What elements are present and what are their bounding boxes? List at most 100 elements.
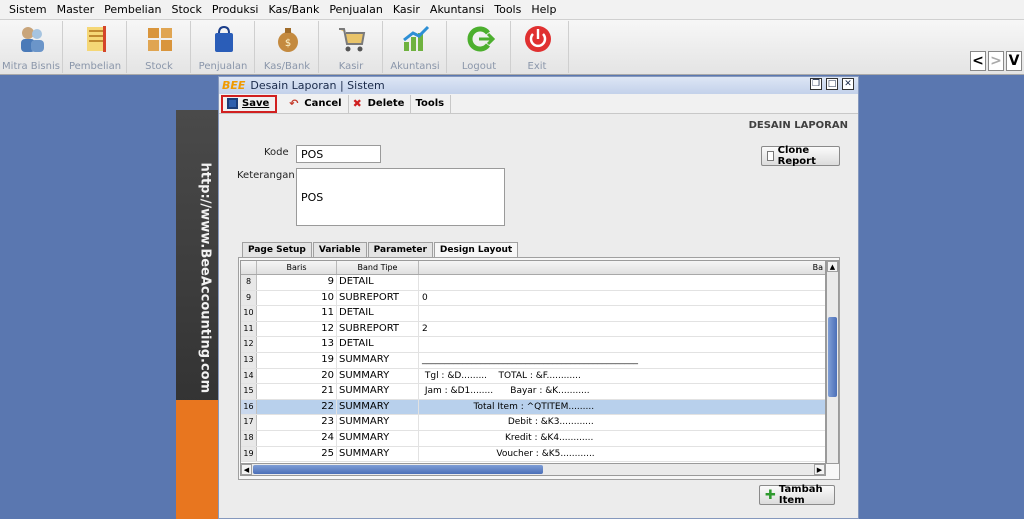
table-row[interactable]: 9 10 SUBREPORT 0 xyxy=(241,290,825,307)
pembelian-button[interactable]: Pembelian xyxy=(64,21,127,73)
baris-cell[interactable]: 10 xyxy=(257,290,337,306)
band-tipe-cell[interactable]: DETAIL xyxy=(337,337,419,352)
window-list-button[interactable]: V xyxy=(1006,51,1022,71)
kas-bank-button[interactable]: $ Kas/Bank xyxy=(256,21,319,73)
column-band-text[interactable]: Ba xyxy=(419,261,825,274)
band-tipe-cell[interactable]: SUMMARY xyxy=(337,430,419,446)
next-window-button[interactable]: > xyxy=(988,51,1004,71)
table-row[interactable]: 14 20 SUMMARY Tgl : &D......... TOTAL : &F… xyxy=(241,368,825,385)
band-text-cell[interactable]: Debit : &K3............ xyxy=(419,415,825,430)
prev-window-button[interactable]: < xyxy=(970,51,986,71)
baris-cell[interactable]: 12 xyxy=(257,321,337,337)
scroll-up-icon[interactable]: ▲ xyxy=(827,261,838,272)
band-tipe-cell[interactable]: SUMMARY xyxy=(337,384,419,399)
close-icon[interactable]: ✕ xyxy=(842,78,854,90)
baris-cell[interactable]: 24 xyxy=(257,430,337,446)
band-tipe-cell[interactable]: DETAIL xyxy=(337,306,419,321)
baris-cell[interactable]: 22 xyxy=(257,399,337,415)
layout-grid[interactable]: Baris Band Tipe Ba 8 9 DETAIL 9 10 SUBREPORT 0… xyxy=(240,260,826,464)
band-tipe-cell[interactable]: SUMMARY xyxy=(337,415,419,430)
scroll-right-icon[interactable]: ▶ xyxy=(814,464,825,475)
tab-parameter[interactable]: Parameter xyxy=(367,242,433,257)
baris-cell[interactable]: 11 xyxy=(257,306,337,321)
tab-design-layout[interactable]: Design Layout xyxy=(433,242,519,257)
band-text-cell[interactable] xyxy=(419,275,825,290)
table-row[interactable]: 11 12 SUBREPORT 2 xyxy=(241,321,825,338)
maximize-icon[interactable]: □ xyxy=(826,78,838,90)
table-row[interactable]: 12 13 DETAIL xyxy=(241,337,825,353)
baris-cell[interactable]: 20 xyxy=(257,368,337,384)
vertical-scrollbar[interactable]: ▲ xyxy=(826,260,839,464)
menu-sistem[interactable]: Sistem xyxy=(4,3,52,16)
menu-produksi[interactable]: Produksi xyxy=(207,3,264,16)
menu-penjualan[interactable]: Penjualan xyxy=(324,3,388,16)
menu-stock[interactable]: Stock xyxy=(166,3,206,16)
baris-cell[interactable]: 19 xyxy=(257,352,337,368)
band-tipe-cell[interactable]: SUBREPORT xyxy=(337,290,419,306)
save-button[interactable]: Save xyxy=(221,94,278,113)
band-text-cell[interactable]: ________________________________________… xyxy=(419,353,825,368)
table-row[interactable]: 13 19 SUMMARY _____________________________… xyxy=(241,352,825,369)
table-row[interactable]: 15 21 SUMMARY Jam : &D1........ Bayar : &K… xyxy=(241,384,825,400)
band-text-cell[interactable]: Voucher : &K5............ xyxy=(419,447,825,462)
logout-button[interactable]: Logout xyxy=(448,21,511,73)
kode-input[interactable]: POS xyxy=(296,145,381,163)
menu-master[interactable]: Master xyxy=(52,3,100,16)
band-text-cell[interactable] xyxy=(419,306,825,321)
baris-cell[interactable]: 25 xyxy=(257,446,337,462)
tab-page-setup[interactable]: Page Setup xyxy=(242,242,312,257)
table-row[interactable]: 19 25 SUMMARY Voucher : &K5............ xyxy=(241,446,825,463)
horizontal-scrollbar[interactable]: ◀ ▶ xyxy=(240,463,826,476)
menu-kasir[interactable]: Kasir xyxy=(388,3,425,16)
band-text-cell[interactable]: Total Item : ^QTITEM......... xyxy=(419,400,825,415)
baris-cell[interactable]: 23 xyxy=(257,415,337,430)
menu-kas-bank[interactable]: Kas/Bank xyxy=(263,3,324,16)
band-text-cell[interactable]: 0 xyxy=(419,291,825,306)
chart-up-icon xyxy=(403,25,430,51)
band-tipe-cell[interactable]: SUMMARY xyxy=(337,399,419,415)
window-titlebar[interactable]: BEE Desain Laporan | Sistem ❐ □ ✕ xyxy=(219,77,858,94)
vertical-scroll-thumb[interactable] xyxy=(828,317,837,397)
band-text-cell[interactable] xyxy=(419,337,825,352)
menu-help[interactable]: Help xyxy=(526,3,561,16)
baris-cell[interactable]: 21 xyxy=(257,384,337,399)
mitra-bisnis-button[interactable]: Mitra Bisnis xyxy=(0,21,63,73)
tambah-item-button[interactable]: ✚ Tambah Item xyxy=(759,484,835,506)
restore-icon[interactable]: ❐ xyxy=(810,78,822,90)
band-text-cell[interactable]: Tgl : &D......... TOTAL : &F............ xyxy=(419,369,825,384)
row-number: 11 xyxy=(241,321,257,337)
band-tipe-cell[interactable]: SUMMARY xyxy=(337,368,419,384)
scroll-left-icon[interactable]: ◀ xyxy=(241,464,252,475)
column-baris[interactable]: Baris xyxy=(257,261,337,274)
kasir-button[interactable]: Kasir xyxy=(320,21,383,73)
band-tipe-cell[interactable]: SUMMARY xyxy=(337,352,419,368)
menu-tools[interactable]: Tools xyxy=(489,3,526,16)
table-row[interactable]: 10 11 DETAIL xyxy=(241,306,825,322)
band-text-cell[interactable]: Jam : &D1........ Bayar : &K........... xyxy=(419,384,825,399)
column-band-tipe[interactable]: Band Tipe xyxy=(337,261,419,274)
band-tipe-cell[interactable]: DETAIL xyxy=(337,275,419,290)
cancel-button[interactable]: ↶ Cancel xyxy=(285,94,349,113)
keterangan-textarea[interactable]: POS xyxy=(296,168,505,226)
band-text-cell[interactable]: 2 xyxy=(419,322,825,337)
menu-pembelian[interactable]: Pembelian xyxy=(99,3,166,16)
table-row[interactable]: 16 22 SUMMARY Total Item : ^QTITEM........… xyxy=(241,399,825,416)
band-text-cell[interactable]: Kredit : &K4............ xyxy=(419,431,825,446)
menu-akuntansi[interactable]: Akuntansi xyxy=(425,3,489,16)
tools-button[interactable]: Tools xyxy=(411,94,452,113)
band-tipe-cell[interactable]: SUMMARY xyxy=(337,446,419,462)
exit-button[interactable]: Exit xyxy=(506,21,569,73)
horizontal-scroll-thumb[interactable] xyxy=(253,465,543,474)
delete-button[interactable]: ✖ Delete xyxy=(349,94,412,113)
table-row[interactable]: 17 23 SUMMARY Debit : &K3............ xyxy=(241,415,825,431)
band-tipe-cell[interactable]: SUBREPORT xyxy=(337,321,419,337)
stock-button[interactable]: Stock xyxy=(128,21,191,73)
table-row[interactable]: 18 24 SUMMARY Kredit : &K4............ xyxy=(241,430,825,447)
table-row[interactable]: 8 9 DETAIL xyxy=(241,275,825,291)
baris-cell[interactable]: 9 xyxy=(257,275,337,290)
tab-variable[interactable]: Variable xyxy=(312,242,367,257)
baris-cell[interactable]: 13 xyxy=(257,337,337,352)
penjualan-button[interactable]: Penjualan xyxy=(192,21,255,73)
akuntansi-button[interactable]: Akuntansi xyxy=(384,21,447,73)
clone-report-button[interactable]: Clone Report xyxy=(761,145,840,167)
